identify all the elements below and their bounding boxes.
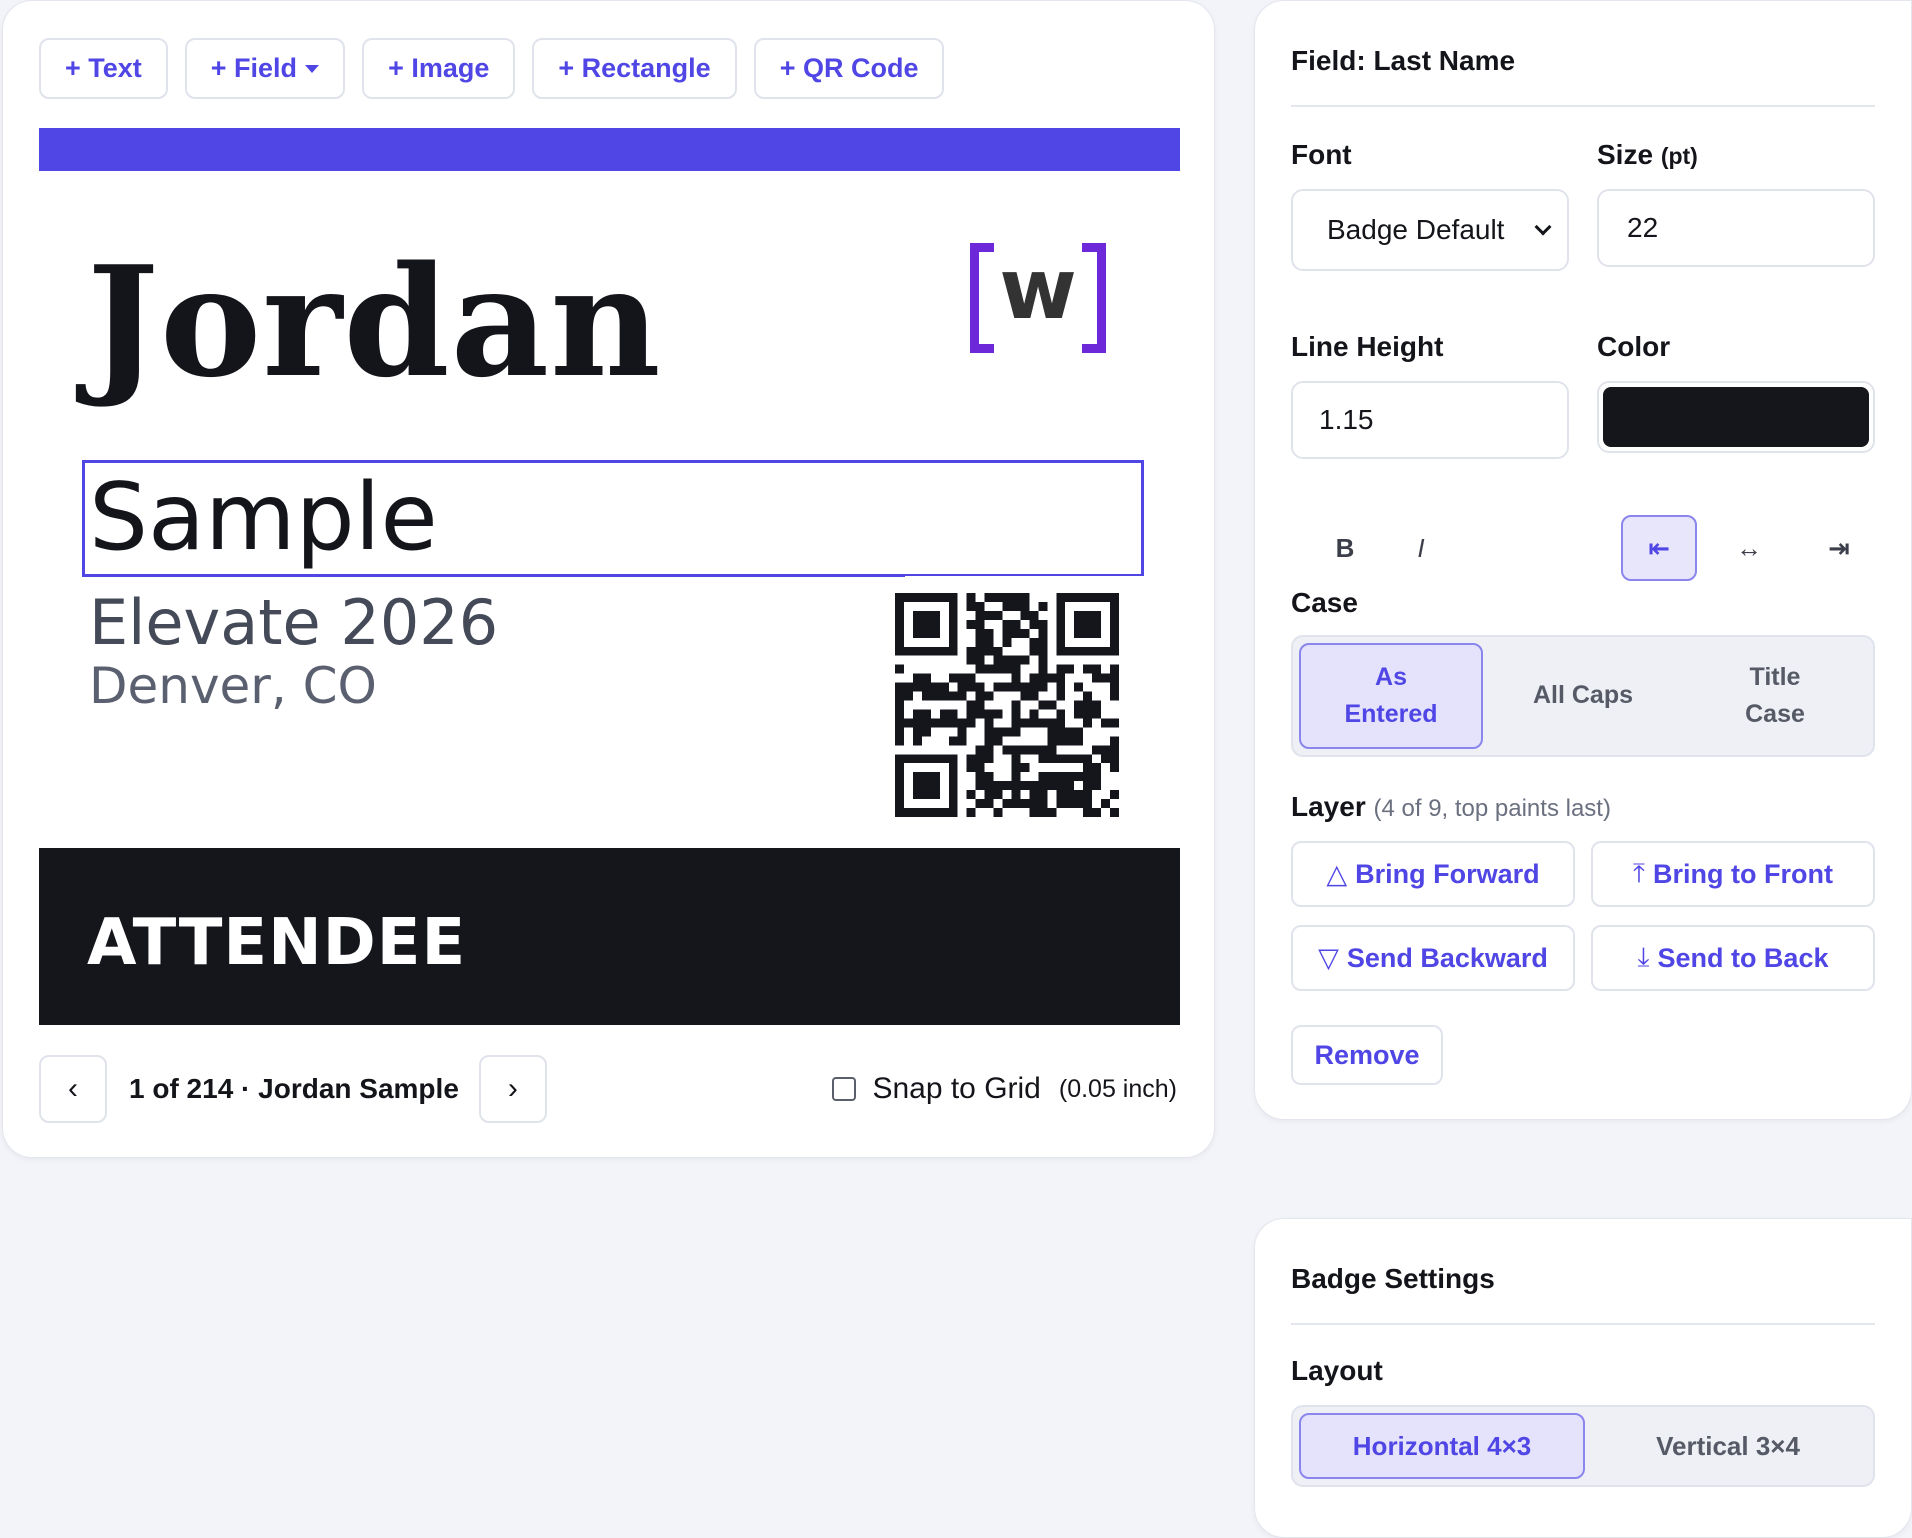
size-input[interactable]: 22 (1597, 189, 1875, 267)
align-right-icon: ⇥ (1828, 532, 1850, 563)
case-option-label: Title Case (1745, 662, 1805, 729)
add-qr-code-label: + QR Code (779, 53, 919, 83)
layer-label: Layer (4 of 9, top paints last) (1291, 791, 1611, 823)
add-field-dropdown[interactable]: + Field (184, 38, 346, 99)
bring-to-front-label: Bring to Front (1652, 858, 1833, 889)
italic-button[interactable]: I (1383, 515, 1459, 581)
size-label: Size (pt) (1597, 139, 1698, 171)
case-segmented-control: As Entered All Caps Title Case (1291, 635, 1875, 757)
add-qr-code-button[interactable]: + QR Code (753, 38, 945, 99)
layer-info: (4 of 9, top paints last) (1373, 795, 1611, 822)
add-image-button[interactable]: + Image (362, 38, 516, 99)
bring-forward-label: Bring Forward (1355, 858, 1540, 889)
element-toolbar: + Text + Field + Image + Rectangle + QR … (39, 38, 945, 99)
logo-letter: w (999, 240, 1077, 338)
align-left-icon: ⇤ (1648, 532, 1670, 563)
color-label: Color (1597, 331, 1671, 362)
add-rectangle-button[interactable]: + Rectangle (532, 38, 737, 99)
send-to-back-icon: ⤓ (1637, 942, 1650, 972)
case-option-label: All Caps (1532, 681, 1634, 710)
add-field-label: + Field (210, 53, 298, 83)
badge-logo[interactable]: w (970, 243, 1106, 363)
italic-icon: I (1417, 532, 1425, 563)
badge-qr-code[interactable] (895, 593, 1119, 817)
field-properties-panel: Field: Last Name Font Size (pt) Badge De… (1254, 0, 1912, 1120)
next-record-button[interactable]: › (478, 1055, 547, 1123)
prev-record-button[interactable]: ‹ (39, 1055, 107, 1123)
chevron-right-icon: › (507, 1072, 518, 1105)
bring-to-front-button[interactable]: ⤒ Bring to Front (1591, 841, 1875, 907)
font-select-value: Badge Default (1327, 214, 1505, 245)
layout-label: Layout (1291, 1355, 1383, 1386)
bold-button[interactable]: B (1307, 515, 1383, 581)
size-input-value: 22 (1627, 212, 1659, 243)
badge-settings-title: Badge Settings (1291, 1263, 1495, 1294)
badge-first-name[interactable]: Jordan (87, 246, 662, 398)
layout-option-label: Vertical 3×4 (1656, 1430, 1800, 1461)
send-to-back-button[interactable]: ⤓ Send to Back (1591, 925, 1875, 991)
badge-canvas[interactable]: Jordan w Sample Elevate 2026 Denver, CO … (39, 128, 1180, 1025)
layout-option-label: Horizontal 4×3 (1352, 1430, 1532, 1461)
badge-settings-panel: Badge Settings Layout Horizontal 4×3 Ver… (1254, 1218, 1912, 1538)
badge-city[interactable]: Denver, CO (89, 657, 377, 716)
bring-to-front-icon: ⤒ (1633, 858, 1645, 888)
snap-to-grid-checkbox[interactable] (832, 1077, 857, 1101)
bold-icon: B (1335, 532, 1355, 563)
badge-event-name[interactable]: Elevate 2026 (89, 587, 498, 659)
font-label: Font (1291, 139, 1352, 170)
case-option-all-caps[interactable]: All Caps (1491, 643, 1675, 749)
size-label-text: Size (1597, 139, 1654, 170)
align-right-button[interactable]: ⇥ (1801, 515, 1877, 581)
case-label: Case (1291, 587, 1358, 618)
send-backward-label: Send Backward (1346, 942, 1548, 973)
font-select[interactable]: Badge Default (1291, 189, 1569, 271)
caret-down-icon (305, 64, 320, 73)
align-center-button[interactable]: ↔ (1711, 515, 1787, 581)
snap-grid-unit: (0.05 inch) (1058, 1074, 1177, 1103)
snap-to-grid-label: Snap to Grid (872, 1072, 1041, 1105)
case-option-title-case[interactable]: Title Case (1683, 643, 1867, 749)
layer-label-text: Layer (1291, 791, 1366, 822)
case-option-label: As Entered (1344, 662, 1438, 729)
selection-outline[interactable] (82, 460, 1144, 577)
badge-editor-panel: + Text + Field + Image + Rectangle + QR … (2, 0, 1215, 1158)
add-image-label: + Image (388, 53, 490, 83)
size-unit: (pt) (1660, 143, 1698, 169)
layout-segmented-control: Horizontal 4×3 Vertical 3×4 (1291, 1405, 1875, 1487)
line-height-input[interactable]: 1.15 (1291, 381, 1569, 459)
remove-label: Remove (1314, 1039, 1420, 1070)
add-text-button[interactable]: + Text (39, 38, 168, 99)
align-center-icon: ↔ (1736, 532, 1762, 563)
layout-option-vertical[interactable]: Vertical 3×4 (1585, 1413, 1871, 1479)
record-label: 1 of 214 · Jordan Sample (129, 1073, 459, 1104)
triangle-down-icon: ▽ (1318, 942, 1339, 973)
logo-left-bracket (970, 243, 994, 353)
chevron-down-icon (1534, 218, 1552, 236)
add-text-label: + Text (65, 53, 142, 83)
divider (1291, 1323, 1875, 1325)
send-backward-button[interactable]: ▽ Send Backward (1291, 925, 1575, 991)
badge-accent-bar[interactable] (39, 128, 1180, 171)
send-to-back-label: Send to Back (1657, 942, 1829, 973)
snap-to-grid-control[interactable]: Snap to Grid (0.05 inch) (832, 1067, 1177, 1111)
divider (1291, 105, 1875, 107)
badge-role[interactable]: ATTENDEE (87, 906, 466, 980)
layout-option-horizontal[interactable]: Horizontal 4×3 (1299, 1413, 1585, 1479)
logo-right-bracket (1082, 243, 1106, 353)
line-height-input-value: 1.15 (1319, 404, 1374, 435)
triangle-up-icon: △ (1326, 858, 1348, 889)
line-height-label: Line Height (1291, 331, 1444, 362)
bring-forward-button[interactable]: △ Bring Forward (1291, 841, 1575, 907)
color-swatch (1603, 387, 1869, 447)
chevron-left-icon: ‹ (68, 1072, 78, 1105)
field-panel-title: Field: Last Name (1291, 45, 1516, 76)
remove-button[interactable]: Remove (1291, 1025, 1443, 1085)
add-rectangle-label: + Rectangle (558, 53, 711, 83)
record-pager: ‹ 1 of 214 · Jordan Sample › (39, 1055, 547, 1123)
color-picker[interactable] (1597, 381, 1875, 453)
case-option-as-entered[interactable]: As Entered (1299, 643, 1483, 749)
align-left-button[interactable]: ⇤ (1621, 515, 1697, 581)
